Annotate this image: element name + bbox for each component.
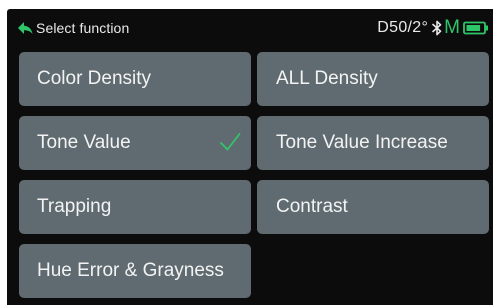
function-trapping-button[interactable]: Trapping: [19, 180, 251, 234]
device-screen: Select function D50/2° M Color Density A…: [7, 9, 493, 305]
function-contrast-button[interactable]: Contrast: [257, 180, 489, 234]
function-hue-error-grayness-button[interactable]: Hue Error & Grayness: [19, 244, 251, 298]
function-label: Trapping: [37, 196, 112, 217]
function-label: Tone Value Increase: [276, 132, 448, 153]
back-button[interactable]: Select function: [17, 18, 129, 38]
battery-icon: [463, 21, 488, 35]
function-tone-value-button[interactable]: Tone Value: [19, 116, 251, 170]
function-color-density-button[interactable]: Color Density: [19, 52, 251, 106]
function-label: Hue Error & Grayness: [37, 260, 224, 281]
function-tone-value-increase-button[interactable]: Tone Value Increase: [257, 116, 489, 170]
status-indicators: D50/2° M: [377, 18, 489, 38]
bluetooth-icon: [432, 20, 442, 36]
function-label: Contrast: [276, 196, 348, 217]
status-bar: Select function D50/2° M: [7, 9, 493, 47]
check-icon: [220, 133, 241, 151]
function-label: Tone Value: [37, 132, 131, 153]
function-label: Color Density: [37, 68, 152, 89]
function-label: ALL Density: [276, 68, 378, 89]
back-label: Select function: [36, 20, 130, 36]
back-arrow-icon: [18, 22, 33, 34]
function-all-density-button[interactable]: ALL Density: [257, 52, 489, 106]
illuminant-observer: D50/2°: [377, 19, 429, 36]
measurement-mode: M: [444, 17, 460, 38]
